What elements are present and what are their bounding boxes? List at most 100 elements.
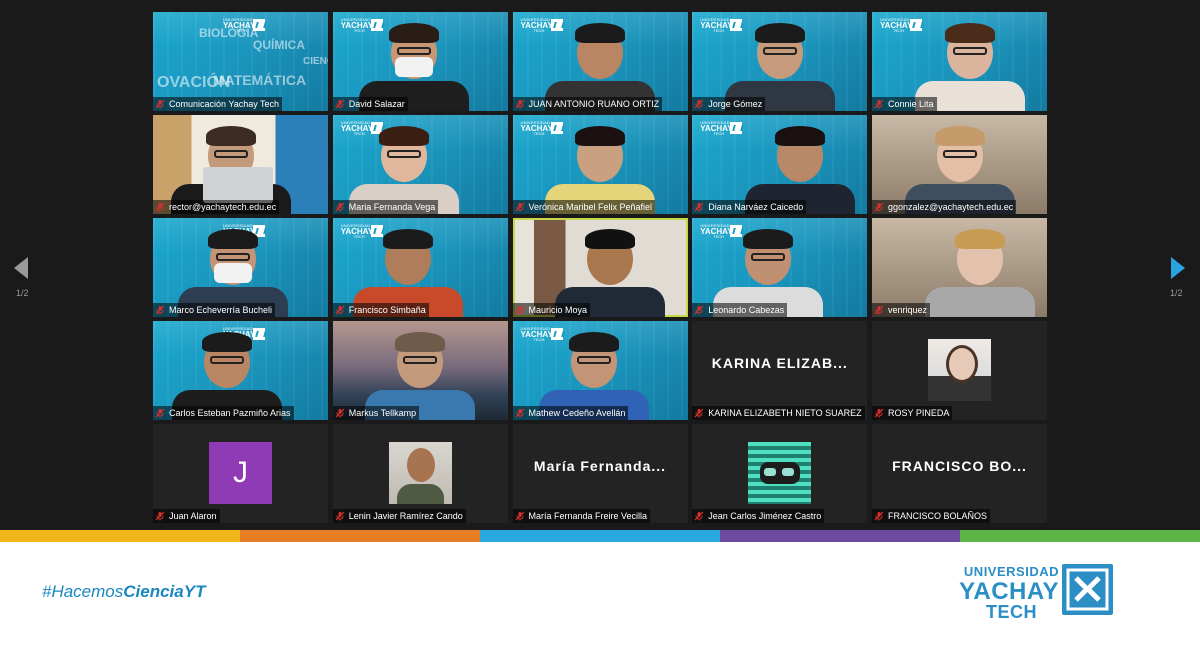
participant-name: Connie Lita <box>888 99 934 109</box>
participant-name-bar: JUAN ANTONIO RUANO ORTIZ <box>512 97 663 111</box>
participant-tile[interactable]: UNIVERSIDAD YACHAY TECH Francisco Simbaña <box>332 218 508 317</box>
profile-picture-icon <box>928 339 991 401</box>
muted-mic-icon <box>335 202 345 212</box>
muted-mic-icon <box>694 202 704 212</box>
participant-placeholder-name: María Fernanda... <box>533 458 667 474</box>
participant-name-bar: Markus Tellkamp <box>332 406 420 420</box>
participant-name: Mathew Cedeño Avellán <box>528 408 626 418</box>
participant-name: ROSY PINEDA <box>888 408 950 418</box>
participant-name-bar: Mauricio Moya <box>512 303 591 317</box>
participant-tile[interactable]: UNIVERSIDAD YACHAY TECH Leonardo Cabezas <box>692 218 868 317</box>
participant-name-bar: Jean Carlos Jiménez Castro <box>692 509 825 523</box>
yachay-logo-icon <box>1062 564 1113 615</box>
participant-tile[interactable]: UNIVERSIDAD YACHAY TECH Jorge Gómez <box>692 12 868 111</box>
yachay-tile-logo-icon: UNIVERSIDADYACHAYTECH <box>700 120 743 136</box>
participant-tile[interactable]: UNIVERSIDAD YACHAY TECH JUAN ANTONIO RUANO … <box>512 12 688 111</box>
muted-mic-icon <box>694 408 704 418</box>
participant-name: venriquez <box>888 305 928 315</box>
muted-mic-icon <box>515 305 524 315</box>
participant-tile[interactable]: UNIVERSIDADYACHAYTECHMarco Echeverría Bu… <box>153 218 328 317</box>
next-page-arrow-icon[interactable] <box>1168 256 1188 280</box>
muted-mic-icon <box>874 202 884 212</box>
participant-tile[interactable]: ggonzalez@yachaytech.edu.ec <box>872 115 1047 214</box>
muted-mic-icon <box>155 511 165 521</box>
participant-name: Francisco Simbaña <box>348 305 426 315</box>
background-word: CIENCIA <box>303 56 328 67</box>
participant-name-bar: rector@yachaytech.edu.ec <box>153 200 280 214</box>
participant-tile[interactable]: ROSY PINEDA <box>872 321 1047 420</box>
background-word: QUÍMICA <box>253 38 305 52</box>
muted-mic-icon <box>874 408 884 418</box>
participant-name: ggonzalez@yachaytech.edu.ec <box>888 202 1014 212</box>
participant-name-bar: Verónica Maribel Felix Peñafiel <box>512 200 656 214</box>
participant-name-bar: María Fernanda Freire Vecilla <box>512 509 651 523</box>
participant-name: FRANCISCO BOLAÑOS <box>888 511 988 521</box>
participant-name-bar: Marco Echeverría Bucheli <box>153 303 276 317</box>
participant-name: Maria Fernanda Vega <box>348 202 436 212</box>
participant-name-bar: venriquez <box>872 303 931 317</box>
muted-mic-icon <box>515 408 524 418</box>
letter-avatar: J <box>209 442 272 504</box>
participant-placeholder-name: FRANCISCO BO... <box>892 458 1027 474</box>
participant-tile[interactable]: UNIVERSIDADYACHAYTECHCarlos Esteban Pazm… <box>153 321 328 420</box>
participant-tile[interactable]: Jean Carlos Jiménez Castro <box>692 424 868 523</box>
brand-line-3: TECH <box>986 602 1037 622</box>
participant-name: Mauricio Moya <box>528 305 588 315</box>
participant-name: Comunicación Yachay Tech <box>169 99 280 109</box>
muted-mic-icon <box>694 511 704 521</box>
stripe-segment <box>0 530 240 542</box>
brand-line-1: UNIVERSIDAD <box>963 564 1059 579</box>
profile-picture-icon <box>388 442 452 504</box>
stripe-segment <box>720 530 960 542</box>
participant-name-bar: Mathew Cedeño Avellán <box>512 406 629 420</box>
muted-mic-icon <box>874 99 884 109</box>
stripe-segment <box>480 530 720 542</box>
participant-tile[interactable]: UNIVERSIDAD YACHAY TECH Connie Lita <box>872 12 1047 111</box>
participant-tile[interactable]: UNIVERSIDAD YACHAY TECH Verónica Maribel Fe… <box>512 115 688 214</box>
participant-tile[interactable]: J Juan Alaron <box>153 424 328 523</box>
participant-tile[interactable]: UNIVERSIDAD YACHAY TECH BIOLOGÍA QUÍMICA CIEN… <box>153 12 328 111</box>
participant-tile[interactable]: UNIVERSIDAD YACHAY TECH Diana Narváez Caice… <box>692 115 868 214</box>
muted-mic-icon <box>155 305 165 315</box>
participant-tile[interactable]: FRANCISCO BO... FRANCISCO BOLAÑOS <box>872 424 1047 523</box>
hashtag-text: #HacemosCienciaYT <box>42 582 205 602</box>
participant-name: rector@yachaytech.edu.ec <box>169 202 277 212</box>
participant-tile[interactable]: KARINA ELIZAB... KARINA ELIZABETH NIETO S… <box>692 321 868 420</box>
muted-mic-icon <box>335 99 345 109</box>
participant-name-bar: KARINA ELIZABETH NIETO SUAREZ <box>692 406 865 420</box>
profile-picture-icon <box>748 442 812 504</box>
participant-name: Jean Carlos Jiménez Castro <box>708 511 822 521</box>
participant-tile[interactable]: María Fernanda... María Fernanda Freire V… <box>512 424 688 523</box>
participant-tile[interactable]: UNIVERSIDAD YACHAY TECH Mathew Cedeño Avell… <box>512 321 688 420</box>
participant-tile[interactable]: Markus Tellkamp <box>332 321 508 420</box>
participant-video <box>924 227 1035 317</box>
participant-name: Marco Echeverría Bucheli <box>169 305 273 315</box>
muted-mic-icon <box>155 202 165 212</box>
participant-name-bar: Juan Alaron <box>153 509 220 523</box>
participant-tile[interactable]: rector@yachaytech.edu.ec <box>153 115 328 214</box>
participant-name-bar: David Salazar <box>332 97 408 111</box>
participant-name-bar: FRANCISCO BOLAÑOS <box>872 509 991 523</box>
page-indicator-left: 1/2 <box>16 288 29 298</box>
participant-name-bar: Lenin Javier Ramírez Cando <box>332 509 466 523</box>
meeting-stage: 1/2 1/2 UNIVERSIDAD YACHAY TECH BIOLOGÍA QUÍ… <box>0 0 1200 530</box>
participant-name-bar: Carlos Esteban Pazmiño Arias <box>153 406 294 420</box>
participant-tile[interactable]: venriquez <box>872 218 1047 317</box>
university-logo: UNIVERSIDAD YACHAY TECH <box>952 562 1117 624</box>
muted-mic-icon <box>515 202 524 212</box>
participant-name: David Salazar <box>348 99 405 109</box>
participant-tile[interactable]: Mauricio Moya <box>512 218 688 317</box>
participant-name-bar: ROSY PINEDA <box>872 406 953 420</box>
previous-page-arrow-icon[interactable] <box>11 256 31 280</box>
laptop-icon <box>203 167 273 203</box>
participant-tile[interactable]: UNIVERSIDAD YACHAY TECH Maria Fernanda Vega <box>332 115 508 214</box>
participant-tile[interactable]: UNIVERSIDAD YACHAY TECH David Salazar <box>332 12 508 111</box>
muted-mic-icon <box>335 305 345 315</box>
muted-mic-icon <box>874 305 884 315</box>
muted-mic-icon <box>515 511 524 521</box>
participant-tile[interactable]: Lenin Javier Ramírez Cando <box>332 424 508 523</box>
participant-name-bar: Maria Fernanda Vega <box>332 200 439 214</box>
muted-mic-icon <box>694 305 704 315</box>
participant-name-bar: Leonardo Cabezas <box>692 303 788 317</box>
background-word: MATEMÁTICA <box>213 72 307 88</box>
